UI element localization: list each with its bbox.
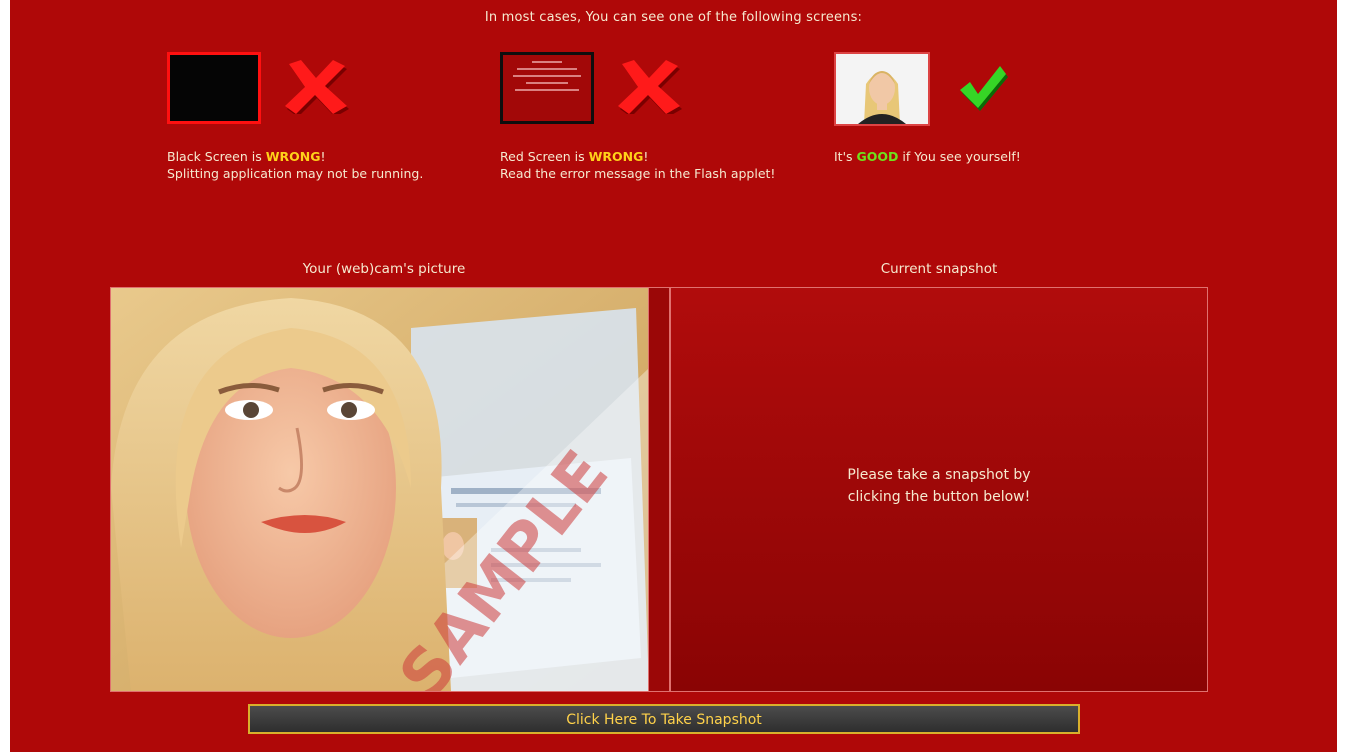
caption-tail: if You see yourself!	[898, 149, 1021, 164]
good-caption: It's GOOD if You see yourself!	[834, 148, 1134, 165]
good-badge: GOOD	[856, 149, 899, 164]
cross-icon	[618, 60, 682, 114]
caption-detail: Read the error message in the Flash appl…	[500, 166, 776, 181]
snapshot-instruction: Please take a snapshot by clicking the b…	[847, 467, 1031, 505]
wrong-badge: WRONG	[265, 149, 321, 164]
caption-tail: !	[643, 149, 649, 164]
take-snapshot-button[interactable]: Click Here To Take Snapshot	[248, 704, 1080, 734]
page-background: In most cases, You can see one of the fo…	[10, 0, 1337, 752]
current-snapshot-label: Current snapshot	[880, 261, 998, 277]
webcam-side-strip	[648, 288, 669, 691]
black-screen-caption: Black Screen is WRONG! Splitting applica…	[167, 148, 457, 182]
red-screen-thumbnail	[500, 52, 594, 124]
caption-lead: Red Screen is	[500, 149, 589, 164]
red-screen-caption: Red Screen is WRONG! Read the error mess…	[500, 148, 810, 182]
wrong-badge: WRONG	[588, 149, 644, 164]
portrait-thumbnail	[834, 52, 930, 126]
intro-text: In most cases, You can see one of the fo…	[484, 10, 863, 25]
caption-detail: Splitting application may not be running…	[167, 166, 424, 181]
caption-lead: It's	[834, 149, 857, 164]
cross-icon	[285, 60, 349, 114]
webcam-sample-image: SAMPLE	[111, 288, 649, 691]
error-message-lines	[509, 61, 585, 91]
caption-tail: !	[320, 149, 326, 164]
black-screen-thumbnail	[167, 52, 261, 124]
webcam-picture-label: Your (web)cam's picture	[302, 261, 466, 277]
snapshot-panel: Please take a snapshot by clicking the b…	[670, 287, 1208, 692]
caption-lead: Black Screen is	[167, 149, 266, 164]
webcam-preview: SAMPLE	[110, 287, 670, 692]
checkmark-icon	[960, 66, 1008, 111]
